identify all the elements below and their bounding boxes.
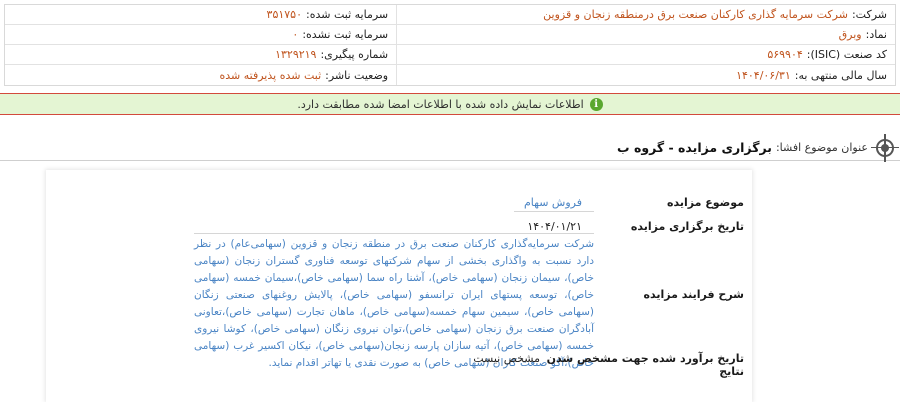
auction-date-value: ۱۴۰۴/۰۱/۲۱	[527, 220, 582, 233]
signature-match-alert: i اطلاعات نمایش داده شده با اطلاعات امضا…	[0, 93, 900, 115]
auction-process-label: شرح فرایند مزایده	[643, 288, 744, 301]
company-info-table: شرکت: شرکت سرمایه گذاری کارکنان صنعت برق…	[4, 4, 896, 86]
company-value[interactable]: شرکت سرمایه گذاری کارکنان صنعت برق درمنط…	[543, 8, 848, 21]
alert-text: اطلاعات نمایش داده شده با اطلاعات امضا ش…	[297, 97, 584, 111]
unregistered-capital-value: ۰	[292, 28, 299, 41]
crosshair-icon	[871, 133, 899, 162]
info-row-symbol: نماد: وبرق سرمایه ثبت نشده: ۰	[5, 25, 895, 45]
tracking-label: شماره پیگیری:	[320, 48, 389, 61]
auction-date-field: تاریخ برگزاری مزایده ۱۴۰۴/۰۱/۲۱	[527, 220, 752, 233]
info-row-fiscal: سال مالی منتهی به: ۱۴۰۴/۰۶/۳۱ وضعیت ناشر…	[5, 65, 895, 85]
auction-details-panel: موضوع مزایده فروش سهام تاریخ برگزاری مزا…	[46, 170, 752, 402]
registered-capital-cell: سرمایه ثبت شده: ۳۵۱۷۵۰	[5, 5, 396, 24]
isic-label: کد صنعت (ISIC):	[806, 48, 887, 61]
registered-capital-value: ۳۵۱۷۵۰	[266, 8, 302, 21]
tracking-cell: شماره پیگیری: ۱۳۲۹۲۱۹	[5, 45, 396, 64]
company-label: شرکت:	[851, 8, 887, 21]
tracking-value: ۱۳۲۹۲۱۹	[275, 48, 317, 61]
auction-topic-field: موضوع مزایده فروش سهام	[524, 196, 752, 209]
info-row-company: شرکت: شرکت سرمایه گذاری کارکنان صنعت برق…	[5, 5, 895, 25]
registered-capital-label: سرمایه ثبت شده:	[306, 8, 389, 21]
unregistered-capital-label: سرمایه ثبت نشده:	[302, 28, 389, 41]
symbol-label: نماد:	[865, 28, 887, 41]
symbol-cell: نماد: وبرق	[396, 25, 895, 44]
date-underline	[194, 233, 594, 234]
fiscal-year-cell: سال مالی منتهی به: ۱۴۰۴/۰۶/۳۱	[396, 65, 895, 85]
symbol-value[interactable]: وبرق	[839, 28, 862, 41]
isic-cell: کد صنعت (ISIC): ۵۶۹۹۰۴	[396, 45, 895, 64]
unregistered-capital-cell: سرمایه ثبت نشده: ۰	[5, 25, 396, 44]
subject-value: برگزاری مزایده - گروه ب	[617, 140, 772, 155]
auction-topic-value: فروش سهام	[523, 196, 582, 209]
auction-date-label: تاریخ برگزاری مزایده	[630, 220, 744, 233]
isic-value: ۵۶۹۹۰۴	[767, 48, 803, 61]
estimated-result-date-field: تاریخ برآورد شده جهت مشخص شدن نتایج مشخص…	[473, 352, 752, 378]
publisher-status-cell: وضعیت ناشر: ثبت شده پذیرفته شده	[5, 65, 396, 85]
topic-underline	[514, 211, 594, 212]
publisher-status-value: ثبت شده پذیرفته شده	[219, 68, 322, 82]
publisher-status-label: وضعیت ناشر:	[325, 68, 389, 82]
fiscal-year-label: سال مالی منتهی به:	[794, 68, 887, 82]
estimated-result-date-value: مشخص نیست	[473, 352, 540, 365]
fiscal-year-value: ۱۴۰۴/۰۶/۳۱	[736, 68, 791, 82]
info-row-isic: کد صنعت (ISIC): ۵۶۹۹۰۴ شماره پیگیری: ۱۳۲…	[5, 45, 895, 65]
estimated-result-date-label: تاریخ برآورد شده جهت مشخص شدن نتایج	[546, 352, 744, 378]
subject-label: عنوان موضوع افشا:	[775, 141, 868, 154]
disclosure-subject-bar: عنوان موضوع افشا: برگزاری مزایده - گروه …	[0, 133, 900, 162]
info-icon: i	[589, 97, 603, 111]
auction-topic-label: موضوع مزایده	[667, 196, 744, 209]
company-cell: شرکت: شرکت سرمایه گذاری کارکنان صنعت برق…	[396, 5, 895, 24]
